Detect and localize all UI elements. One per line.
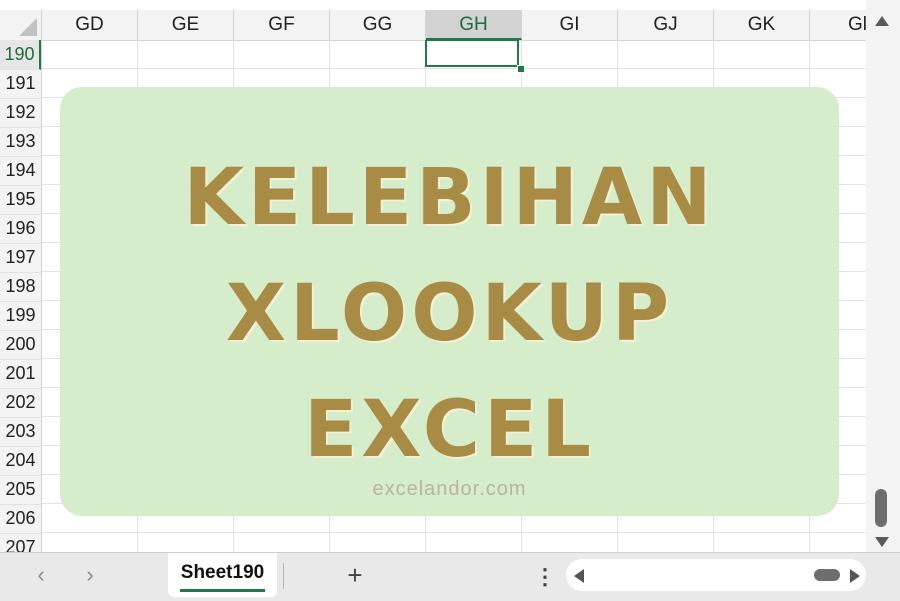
active-tab-indicator: [180, 589, 265, 592]
banner-title-line: EXCEL: [304, 385, 595, 475]
tab-sheet190[interactable]: Sheet190: [168, 553, 277, 597]
select-all-icon: [19, 18, 37, 36]
column-header-gk[interactable]: GK: [714, 10, 810, 40]
row-header-204[interactable]: 204: [0, 446, 41, 476]
row-header-203[interactable]: 203: [0, 417, 41, 447]
prev-sheet-button[interactable]: ‹: [29, 563, 53, 587]
column-header-gf[interactable]: GF: [234, 10, 330, 40]
row-header-200[interactable]: 200: [0, 330, 41, 360]
row-header-198[interactable]: 198: [0, 272, 41, 302]
row-header-192[interactable]: 192: [0, 98, 41, 128]
row-header-190[interactable]: 190: [0, 40, 41, 70]
spreadsheet-window: GD GE GF GG GH GI GJ GK Gl 190 191 192 193 194 195 196…: [0, 0, 900, 601]
row-header-206[interactable]: 206: [0, 504, 41, 534]
select-all-corner[interactable]: [0, 10, 42, 40]
vertical-scroll-thumb[interactable]: [875, 489, 887, 527]
scroll-down-icon[interactable]: [875, 537, 889, 547]
scroll-right-icon[interactable]: [850, 569, 860, 583]
row-header-201[interactable]: 201: [0, 359, 41, 389]
row-header-195[interactable]: 195: [0, 185, 41, 215]
row-header-202[interactable]: 202: [0, 388, 41, 418]
banner-title-line: KELEBIHAN: [183, 153, 716, 243]
more-options-button[interactable]: ⋮: [534, 563, 556, 591]
row-header-205[interactable]: 205: [0, 475, 41, 505]
add-sheet-button[interactable]: +: [342, 561, 368, 589]
grid-row-line: [42, 68, 866, 69]
row-header-191[interactable]: 191: [0, 69, 41, 99]
column-header-gh[interactable]: GH: [426, 10, 522, 40]
row-header-bar: 190 191 192 193 194 195 196 197 198 199 200 201 202 2…: [0, 40, 42, 552]
row-header-194[interactable]: 194: [0, 156, 41, 186]
next-sheet-button[interactable]: ›: [78, 563, 102, 587]
grid-row-line: [42, 532, 866, 533]
row-header-193[interactable]: 193: [0, 127, 41, 157]
row-header-197[interactable]: 197: [0, 243, 41, 273]
banner-title: KELEBIHAN XLOOKUP EXCEL: [60, 140, 839, 488]
banner-title-line: XLOOKUP: [225, 269, 674, 359]
scroll-up-icon[interactable]: [875, 16, 889, 26]
column-header-gd[interactable]: GD: [42, 10, 138, 40]
row-header-196[interactable]: 196: [0, 214, 41, 244]
column-header-bar: GD GE GF GG GH GI GJ GK Gl: [0, 10, 867, 41]
row-header-199[interactable]: 199: [0, 301, 41, 331]
horizontal-scroll-thumb[interactable]: [814, 569, 840, 581]
column-header-gj[interactable]: GJ: [618, 10, 714, 40]
scroll-left-icon[interactable]: [574, 569, 584, 583]
column-header-gg[interactable]: GG: [330, 10, 426, 40]
website-watermark: excelandor.com: [372, 478, 527, 500]
vertical-scrollbar[interactable]: [866, 0, 900, 560]
fill-handle[interactable]: [517, 65, 525, 73]
row-header-207[interactable]: 207: [0, 533, 41, 552]
active-cell[interactable]: [425, 40, 519, 67]
column-header-gi[interactable]: GI: [522, 10, 618, 40]
tab-divider: [283, 563, 284, 589]
sheet-tab-bar: ‹ › Sheet190 + ⋮: [0, 552, 900, 601]
horizontal-scrollbar[interactable]: [566, 559, 866, 591]
column-header-ge[interactable]: GE: [138, 10, 234, 40]
sheet-tab-label: Sheet190: [180, 562, 265, 583]
